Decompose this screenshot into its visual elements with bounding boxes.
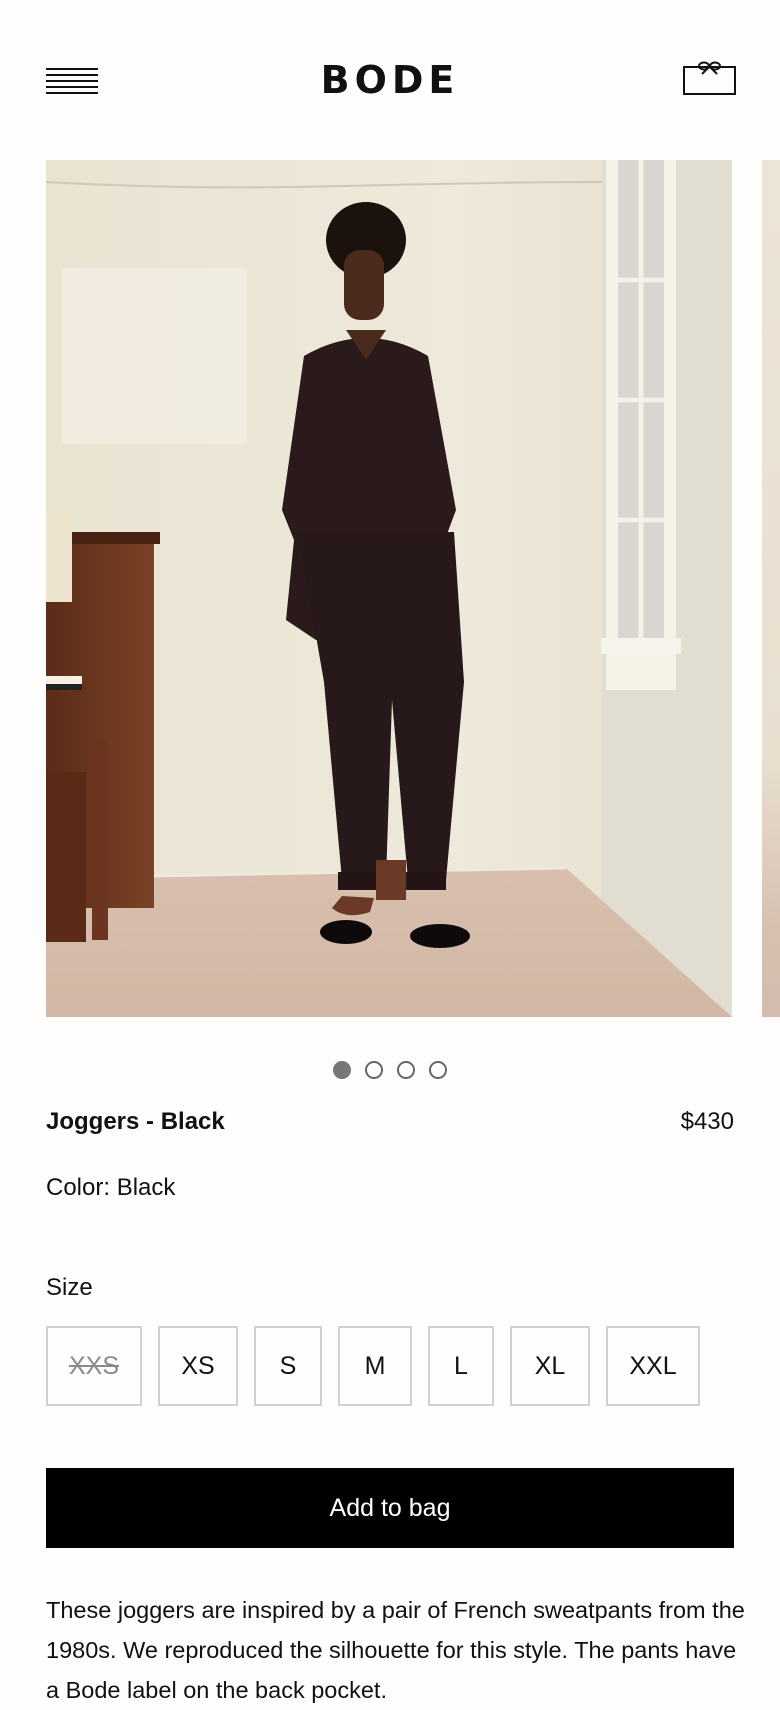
product-color: Color: Black bbox=[46, 1174, 176, 1201]
product-price: $430 bbox=[680, 1108, 734, 1135]
size-option-xl[interactable]: XL bbox=[510, 1326, 590, 1406]
next-image-peek[interactable] bbox=[762, 160, 780, 1017]
size-option-s[interactable]: S bbox=[254, 1326, 322, 1406]
product-description: These joggers are inspired by a pair of … bbox=[46, 1597, 745, 1703]
product-image-carousel[interactable] bbox=[46, 160, 780, 1017]
product-image bbox=[46, 160, 732, 1017]
site-header: BODE bbox=[0, 0, 780, 160]
shopping-bag-icon[interactable] bbox=[682, 58, 738, 96]
size-option-xs[interactable]: XS bbox=[158, 1326, 238, 1406]
carousel-dots bbox=[0, 1061, 780, 1079]
size-option-xxs: XXS bbox=[46, 1326, 142, 1406]
carousel-dot-1[interactable] bbox=[333, 1061, 351, 1079]
size-option-l[interactable]: L bbox=[428, 1326, 494, 1406]
product-title: Joggers - Black bbox=[46, 1108, 225, 1135]
add-to-bag-button[interactable]: Add to bag bbox=[46, 1468, 734, 1548]
carousel-dot-2[interactable] bbox=[365, 1061, 383, 1079]
size-label: Size bbox=[46, 1274, 93, 1301]
size-option-m[interactable]: M bbox=[338, 1326, 412, 1406]
carousel-dot-3[interactable] bbox=[397, 1061, 415, 1079]
size-option-xxl[interactable]: XXL bbox=[606, 1326, 700, 1406]
brand-logo[interactable]: BODE bbox=[0, 58, 780, 102]
carousel-dot-4[interactable] bbox=[429, 1061, 447, 1079]
